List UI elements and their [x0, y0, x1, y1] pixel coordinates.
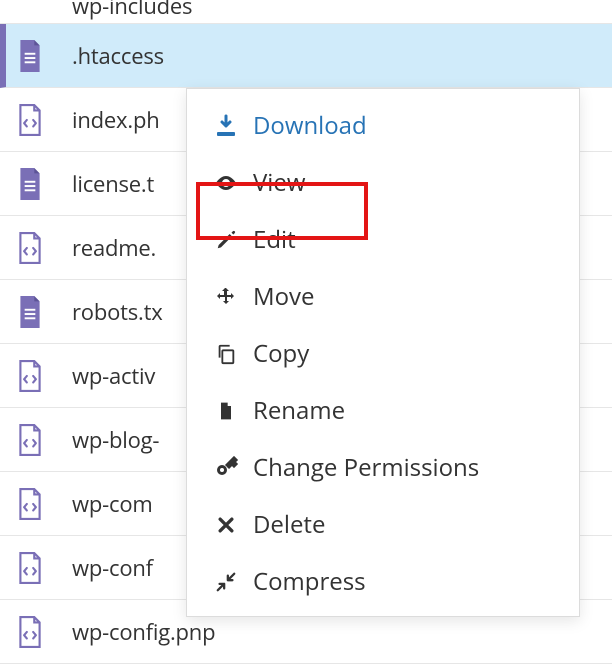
menu-label: Rename — [253, 394, 345, 427]
menu-copy[interactable]: Copy — [187, 325, 579, 382]
file-name: license.t — [72, 169, 154, 199]
file-name: wp-com — [72, 489, 153, 519]
menu-label: Delete — [253, 508, 325, 541]
menu-label: View — [253, 166, 305, 199]
copy-icon — [213, 341, 239, 367]
file-name: robots.tx — [72, 297, 163, 327]
doc-text-icon — [16, 167, 44, 201]
menu-permissions[interactable]: Change Permissions — [187, 439, 579, 496]
eye-icon — [213, 170, 239, 196]
file-name: wp-includes — [72, 0, 192, 21]
doc-code-icon — [16, 231, 44, 265]
menu-move[interactable]: Move — [187, 268, 579, 325]
delete-icon — [213, 512, 239, 538]
menu-delete[interactable]: Delete — [187, 496, 579, 553]
doc-code-icon — [16, 423, 44, 457]
file-name: wp-activ — [72, 361, 155, 391]
menu-label: Change Permissions — [253, 451, 479, 484]
menu-download[interactable]: Download — [187, 97, 579, 154]
menu-rename[interactable]: Rename — [187, 382, 579, 439]
menu-label: Copy — [253, 337, 309, 370]
menu-label: Move — [253, 280, 315, 313]
doc-text-icon — [16, 39, 44, 73]
menu-compress[interactable]: Compress — [187, 553, 579, 610]
doc-code-icon — [16, 359, 44, 393]
doc-code-icon — [16, 487, 44, 521]
key-icon — [213, 455, 239, 481]
folder-icon — [16, 0, 44, 19]
doc-text-icon — [16, 295, 44, 329]
menu-label: Download — [253, 109, 367, 142]
file-name: .htaccess — [72, 41, 164, 71]
compress-icon — [213, 569, 239, 595]
move-icon — [213, 284, 239, 310]
doc-code-icon — [16, 103, 44, 137]
menu-view[interactable]: View — [187, 154, 579, 211]
menu-label: Edit — [253, 223, 296, 256]
doc-code-icon — [16, 551, 44, 585]
file-name: index.ph — [72, 105, 160, 135]
doc-code-icon — [16, 615, 44, 649]
file-name: wp-config.pnp — [72, 617, 215, 647]
pencil-icon — [213, 227, 239, 253]
file-name: readme. — [72, 233, 156, 263]
file-row[interactable]: wp-includes — [0, 0, 612, 24]
file-row[interactable]: .htaccess — [0, 24, 612, 88]
file-name: wp-blog- — [72, 425, 159, 455]
menu-edit[interactable]: Edit — [187, 211, 579, 268]
file-icon — [213, 398, 239, 424]
file-name: wp-conf — [72, 553, 153, 583]
download-icon — [213, 113, 239, 139]
menu-label: Compress — [253, 565, 366, 598]
context-menu: Download View Edit Move Copy Rename Ch — [186, 88, 580, 617]
